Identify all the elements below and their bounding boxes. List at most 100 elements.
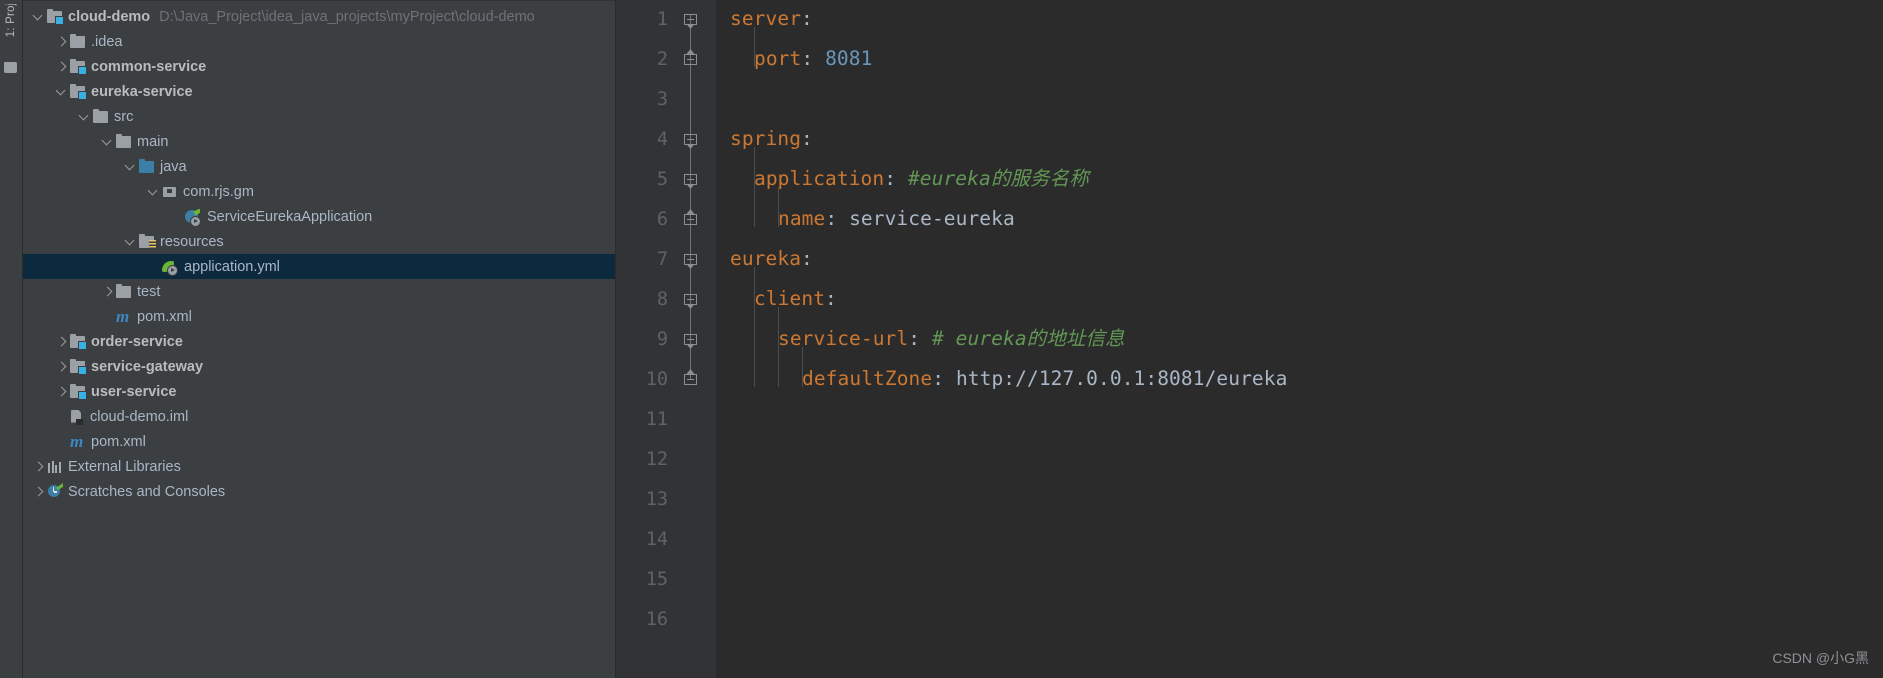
- fold-collapse-icon[interactable]: [683, 13, 698, 29]
- chevron-right-icon[interactable]: [54, 329, 70, 354]
- project-tool-tab-label: 1: Project: [5, 4, 17, 38]
- tree-row-label: main: [137, 133, 169, 150]
- tree-row[interactable]: m pom.xml: [23, 429, 615, 454]
- chevron-right-icon[interactable]: [31, 454, 47, 479]
- fold-collapse-icon[interactable]: [683, 293, 698, 309]
- code-line[interactable]: spring:: [730, 129, 813, 149]
- code-area[interactable]: server: port: 8081 spring: application: #eu…: [716, 0, 1883, 678]
- line-number: 11: [645, 409, 668, 430]
- tree-row[interactable]: Scratches and Consoles: [23, 479, 615, 504]
- line-number: 9: [656, 329, 668, 350]
- chevron-right-icon[interactable]: [54, 379, 70, 404]
- line-number: 15: [645, 569, 668, 590]
- watermark: CSDN @小G黑: [1772, 650, 1869, 666]
- tree-row[interactable]: user-service: [23, 379, 615, 404]
- tree-row[interactable]: eureka-service: [23, 79, 615, 104]
- code-token-key: port: [754, 47, 802, 70]
- indent-guide: [778, 307, 779, 387]
- chevron-right-icon[interactable]: [54, 54, 70, 79]
- tree-row-label: .idea: [91, 33, 123, 50]
- fold-end-icon[interactable]: [683, 369, 698, 388]
- tree-row[interactable]: src: [23, 104, 615, 129]
- project-tool-window[interactable]: cloud-demo D:\Java_Project\idea_java_proj…: [23, 0, 616, 678]
- code-token-punct: :: [825, 287, 837, 310]
- code-line[interactable]: defaultZone: http://127.0.0.1:8081/eurek…: [802, 369, 1287, 389]
- code-line[interactable]: application: #eureka的服务名称: [754, 169, 1089, 189]
- code-line[interactable]: client:: [754, 289, 837, 309]
- line-number: 4: [656, 129, 668, 150]
- tree-row[interactable]: java: [23, 154, 615, 179]
- tree-row-label: src: [114, 108, 134, 125]
- tree-row[interactable]: com.rjs.gm: [23, 179, 615, 204]
- code-token-comment: #eureka的服务名称: [907, 167, 1089, 190]
- chevron-right-icon[interactable]: [54, 29, 70, 54]
- chevron-down-icon[interactable]: [100, 129, 116, 154]
- chevron-down-icon[interactable]: [77, 104, 93, 129]
- tree-arrow-spacer: [169, 204, 185, 229]
- fold-collapse-icon[interactable]: [683, 253, 698, 269]
- editor-pane[interactable]: 1 2 3 4 5 6 7 8 9 10 11 12 13 14 15 16 server: port: 808…: [616, 0, 1883, 678]
- code-token-punct: :: [884, 167, 908, 190]
- code-token-key: eureka: [730, 247, 802, 270]
- chevron-down-icon[interactable]: [123, 154, 139, 179]
- code-folding-column[interactable]: [680, 0, 702, 678]
- chevron-right-icon[interactable]: [31, 479, 47, 504]
- code-line[interactable]: server:: [730, 9, 813, 29]
- tree-row-label: application.yml: [184, 258, 280, 275]
- line-number: 6: [656, 209, 668, 230]
- tree-row-label: test: [137, 283, 161, 300]
- chevron-right-icon[interactable]: [54, 354, 70, 379]
- module-icon: [70, 358, 87, 375]
- tool-window-strip: 1: Project: [0, 0, 23, 678]
- fold-collapse-icon[interactable]: [683, 333, 698, 349]
- tree-row[interactable]: main: [23, 129, 615, 154]
- editor-gutter[interactable]: 1 2 3 4 5 6 7 8 9 10 11 12 13 14 15 16: [616, 0, 716, 678]
- fold-end-icon[interactable]: [683, 209, 698, 228]
- tree-row[interactable]: m pom.xml: [23, 304, 615, 329]
- tree-row-label: order-service: [91, 333, 183, 350]
- chevron-down-icon[interactable]: [31, 4, 47, 29]
- maven-file-icon: m: [116, 306, 130, 326]
- tree-row[interactable]: common-service: [23, 54, 615, 79]
- tree-row[interactable]: order-service: [23, 329, 615, 354]
- tree-row[interactable]: cloud-demo D:\Java_Project\idea_java_proj…: [23, 4, 615, 29]
- tree-row[interactable]: test: [23, 279, 615, 304]
- tree-row[interactable]: cloud-demo.iml: [23, 404, 615, 429]
- tree-row[interactable]: .idea: [23, 29, 615, 54]
- code-token-number: 8081: [825, 47, 873, 70]
- chevron-down-icon[interactable]: [123, 229, 139, 254]
- tree-row-label: Scratches and Consoles: [68, 483, 226, 500]
- fold-collapse-icon[interactable]: [683, 133, 698, 149]
- code-token-key: defaultZone: [802, 367, 933, 390]
- code-token-punct: :: [932, 367, 956, 390]
- code-line[interactable]: eureka:: [730, 249, 813, 269]
- fold-collapse-icon[interactable]: [683, 173, 698, 189]
- module-icon: [47, 8, 64, 25]
- tree-row[interactable]: resources: [23, 229, 615, 254]
- spring-boot-class-icon: [185, 208, 202, 227]
- code-line[interactable]: name: service-eureka: [778, 209, 1015, 229]
- code-token-punct: :: [801, 47, 826, 70]
- chevron-down-icon[interactable]: [146, 179, 162, 204]
- code-token-value: http://127.0.0.1:8081/eureka: [955, 367, 1288, 390]
- fold-end-icon[interactable]: [683, 49, 698, 68]
- module-icon: [70, 58, 87, 75]
- tree-row[interactable]: service-gateway: [23, 354, 615, 379]
- tree-row[interactable]: ServiceEurekaApplication: [23, 204, 615, 229]
- chevron-down-icon[interactable]: [54, 79, 70, 104]
- project-tree[interactable]: cloud-demo D:\Java_Project\idea_java_proj…: [23, 0, 615, 504]
- tree-row[interactable]: application.yml: [23, 254, 615, 279]
- line-number: 16: [645, 609, 668, 630]
- code-line[interactable]: port: 8081: [754, 49, 872, 69]
- code-line[interactable]: service-url: # eureka的地址信息: [778, 329, 1125, 349]
- tree-row[interactable]: External Libraries: [23, 454, 615, 479]
- chevron-right-icon[interactable]: [100, 279, 116, 304]
